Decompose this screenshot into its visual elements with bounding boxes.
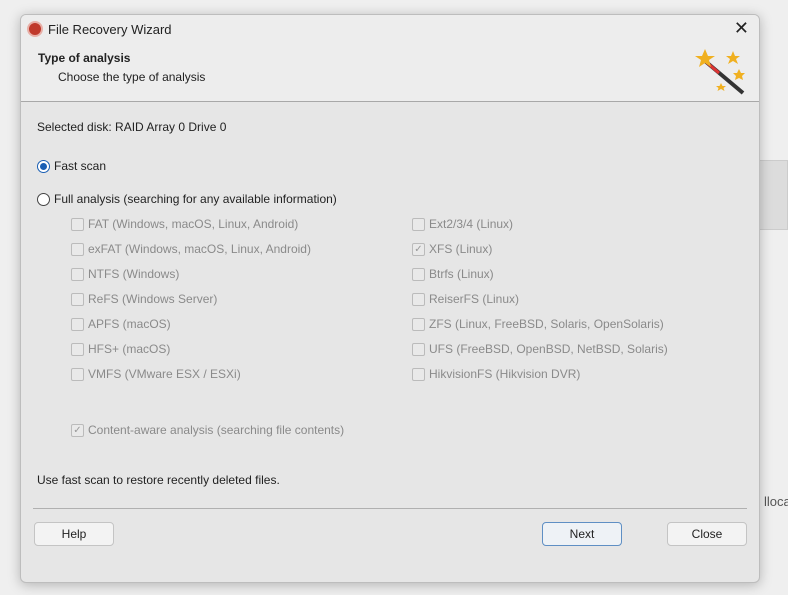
app-icon <box>27 21 43 37</box>
full-analysis-radio[interactable]: Full analysis (searching for any availab… <box>37 192 337 206</box>
wizard-body: Selected disk: RAID Array 0 Drive 0 Fast… <box>21 102 759 582</box>
filesystem-label: exFAT (Windows, macOS, Linux, Android) <box>88 242 311 256</box>
dialog-title: File Recovery Wizard <box>48 21 172 37</box>
divider <box>33 508 747 509</box>
full-analysis-label: Full analysis (searching for any availab… <box>54 192 337 206</box>
filesystem-checkbox[interactable]: HFS+ (macOS) <box>71 342 170 356</box>
filesystem-label: ReiserFS (Linux) <box>429 292 520 306</box>
filesystem-checkbox[interactable]: HikvisionFS (Hikvision DVR) <box>412 367 580 381</box>
filesystem-checkbox[interactable]: NTFS (Windows) <box>71 267 179 281</box>
filesystem-checkbox[interactable]: FAT (Windows, macOS, Linux, Android) <box>71 217 298 231</box>
filesystem-checkbox[interactable]: UFS (FreeBSD, OpenBSD, NetBSD, Solaris) <box>412 342 668 356</box>
checkbox[interactable] <box>71 367 84 381</box>
filesystem-checkbox[interactable]: Btrfs (Linux) <box>412 267 494 281</box>
background-text: llocat <box>764 494 788 509</box>
step-title: Type of analysis <box>38 51 131 65</box>
checkbox[interactable] <box>71 217 84 231</box>
checkbox[interactable] <box>412 342 425 356</box>
title-bar: File Recovery Wizard ✕ <box>21 15 759 43</box>
filesystem-label: ZFS (Linux, FreeBSD, Solaris, OpenSolari… <box>429 317 664 331</box>
content-aware-checkbox[interactable]: ✓ Content-aware analysis (searching file… <box>71 423 344 437</box>
filesystem-label: ReFS (Windows Server) <box>88 292 218 306</box>
filesystem-checkbox[interactable]: ✓ XFS (Linux) <box>412 242 492 256</box>
selected-disk-label: Selected disk: RAID Array 0 Drive 0 <box>37 120 227 134</box>
file-recovery-wizard-dialog: File Recovery Wizard ✕ Type of analysis … <box>20 14 760 583</box>
next-button[interactable]: Next <box>542 522 622 546</box>
radio-button[interactable] <box>37 159 50 173</box>
close-button[interactable]: Close <box>667 522 747 546</box>
checkbox[interactable] <box>412 217 425 231</box>
wizard-header: Type of analysis Choose the type of anal… <box>21 43 759 102</box>
checkbox[interactable] <box>412 292 425 306</box>
filesystem-label: Btrfs (Linux) <box>429 267 494 281</box>
checkbox[interactable] <box>71 267 84 281</box>
close-icon[interactable]: ✕ <box>734 18 749 39</box>
filesystem-label: FAT (Windows, macOS, Linux, Android) <box>88 217 299 231</box>
filesystem-checkbox[interactable]: Ext2/3/4 (Linux) <box>412 217 513 231</box>
checkbox[interactable] <box>71 292 84 306</box>
checkbox[interactable] <box>412 317 425 331</box>
checkbox[interactable] <box>71 342 84 356</box>
filesystem-label: HFS+ (macOS) <box>88 342 171 356</box>
checkbox[interactable]: ✓ <box>71 423 84 437</box>
filesystem-label: UFS (FreeBSD, OpenBSD, NetBSD, Solaris) <box>429 342 668 356</box>
filesystem-label: APFS (macOS) <box>88 317 171 331</box>
filesystem-checkbox[interactable]: exFAT (Windows, macOS, Linux, Android) <box>71 242 311 256</box>
filesystem-label: HikvisionFS (Hikvision DVR) <box>429 367 581 381</box>
fast-scan-radio[interactable]: Fast scan <box>37 159 106 173</box>
filesystem-checkbox[interactable]: APFS (macOS) <box>71 317 171 331</box>
fast-scan-label: Fast scan <box>54 159 107 173</box>
checkbox[interactable]: ✓ <box>412 242 425 256</box>
hint-text: Use fast scan to restore recently delete… <box>37 473 280 487</box>
step-subtitle: Choose the type of analysis <box>58 70 206 84</box>
checkbox[interactable] <box>71 242 84 256</box>
filesystem-checkbox[interactable]: VMFS (VMware ESX / ESXi) <box>71 367 241 381</box>
filesystem-label: Ext2/3/4 (Linux) <box>429 217 514 231</box>
filesystem-checkbox[interactable]: ZFS (Linux, FreeBSD, Solaris, OpenSolari… <box>412 317 664 331</box>
content-aware-label: Content-aware analysis (searching file c… <box>88 423 345 437</box>
filesystem-label: XFS (Linux) <box>429 242 493 256</box>
filesystem-label: NTFS (Windows) <box>88 267 180 281</box>
checkbox[interactable] <box>71 317 84 331</box>
radio-button[interactable] <box>37 192 50 206</box>
magic-wand-icon <box>695 49 745 95</box>
filesystem-label: VMFS (VMware ESX / ESXi) <box>88 367 241 381</box>
checkbox[interactable] <box>412 267 425 281</box>
checkbox[interactable] <box>412 367 425 381</box>
help-button[interactable]: Help <box>34 522 114 546</box>
filesystem-checkbox[interactable]: ReFS (Windows Server) <box>71 292 217 306</box>
filesystem-checkbox[interactable]: ReiserFS (Linux) <box>412 292 519 306</box>
